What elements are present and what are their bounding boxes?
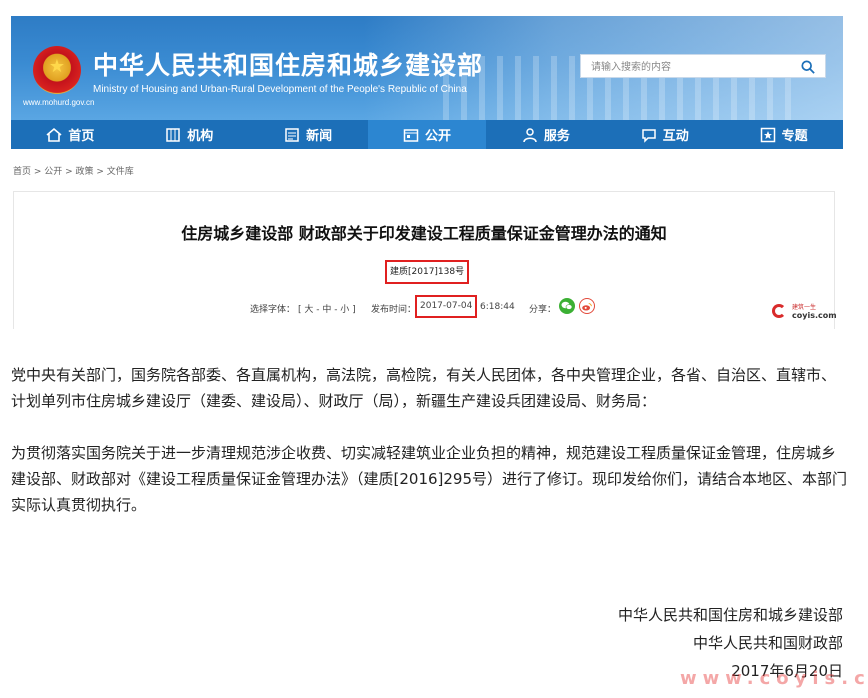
service-icon (523, 127, 537, 142)
site-watermark: 建筑一生 coyis.com (772, 302, 837, 324)
site-title-english: Ministry of Housing and Urban-Rural Deve… (93, 84, 467, 95)
nav-item-organization[interactable]: 机构 (130, 120, 249, 149)
font-size-label: 选择字体： (250, 305, 296, 315)
nav-item-topics[interactable]: 专题 (724, 120, 843, 149)
site-header: 中华人民共和国住房和城乡建设部 Ministry of Housing and … (11, 16, 843, 120)
signature-ministry-finance: 中华人民共和国财政部 (692, 634, 843, 652)
search-icon[interactable] (801, 60, 815, 74)
nav-item-label: 互动 (662, 129, 689, 144)
publish-date: 2017-07-04 (415, 295, 478, 318)
nav-item-home[interactable]: 首页 (11, 120, 130, 149)
main-nav: 首页 机构 新闻 公开 服务 互动 专题 (11, 120, 843, 149)
share-label: 分享： (529, 305, 557, 315)
search-input[interactable] (589, 56, 793, 79)
addressees-paragraph: 党中央有关部门，国务院各部委、各直属机构，高法院，高检院，有关人民团体，各中央管… (11, 366, 837, 410)
signature-ministry-housing: 中华人民共和国住房和城乡建设部 (617, 606, 843, 624)
wechat-share-icon[interactable] (559, 298, 575, 314)
font-size-selector[interactable]: [ 大 - 中 - 小 ] (298, 302, 356, 315)
nav-item-news[interactable]: 新闻 (249, 120, 368, 149)
nav-item-label: 首页 (68, 129, 95, 144)
watermark-line2: coyis.com (792, 311, 837, 320)
open-icon (403, 128, 419, 142)
main-paragraph: 为贯彻落实国务院关于进一步清理规范涉企收费、切实减轻建筑业企业负担的精神，规范建… (11, 444, 848, 514)
search-box (580, 54, 826, 79)
article-title: 住房城乡建设部 财政部关于印发建设工程质量保证金管理办法的通知 (181, 224, 667, 243)
nav-item-open[interactable]: 公开 (367, 120, 487, 149)
watermark-line1: 建筑一生 (792, 304, 817, 311)
document-number: 建质[2017]138号 (385, 260, 470, 284)
chat-icon (641, 128, 656, 143)
watermark-logo-icon (772, 304, 786, 318)
overlay-watermark: www.coyis.c (680, 668, 868, 689)
nav-item-label: 新闻 (306, 129, 333, 144)
site-url: www.mohurd.gov.cn (23, 98, 95, 107)
news-icon (285, 127, 299, 142)
nav-item-label: 公开 (425, 129, 452, 144)
national-emblem-icon (33, 46, 81, 94)
home-icon (46, 127, 62, 142)
star-icon (760, 127, 775, 142)
breadcrumb[interactable]: 首页 > 公开 > 政策 > 文件库 (13, 164, 134, 177)
publish-time: 6:18:44 (480, 302, 515, 312)
article-header-card: 住房城乡建设部 财政部关于印发建设工程质量保证金管理办法的通知 建质[2017]… (13, 191, 837, 329)
nav-item-label: 专题 (781, 129, 808, 144)
building-icon (166, 127, 181, 142)
nav-item-interaction[interactable]: 互动 (605, 120, 724, 149)
site-title[interactable]: 中华人民共和国住房和城乡建设部 (93, 46, 483, 82)
weibo-share-icon[interactable] (579, 298, 595, 314)
publish-date-label: 发布时间： (371, 305, 417, 315)
nav-item-label: 服务 (543, 129, 570, 144)
nav-item-service[interactable]: 服务 (486, 120, 605, 149)
nav-item-label: 机构 (187, 129, 214, 144)
